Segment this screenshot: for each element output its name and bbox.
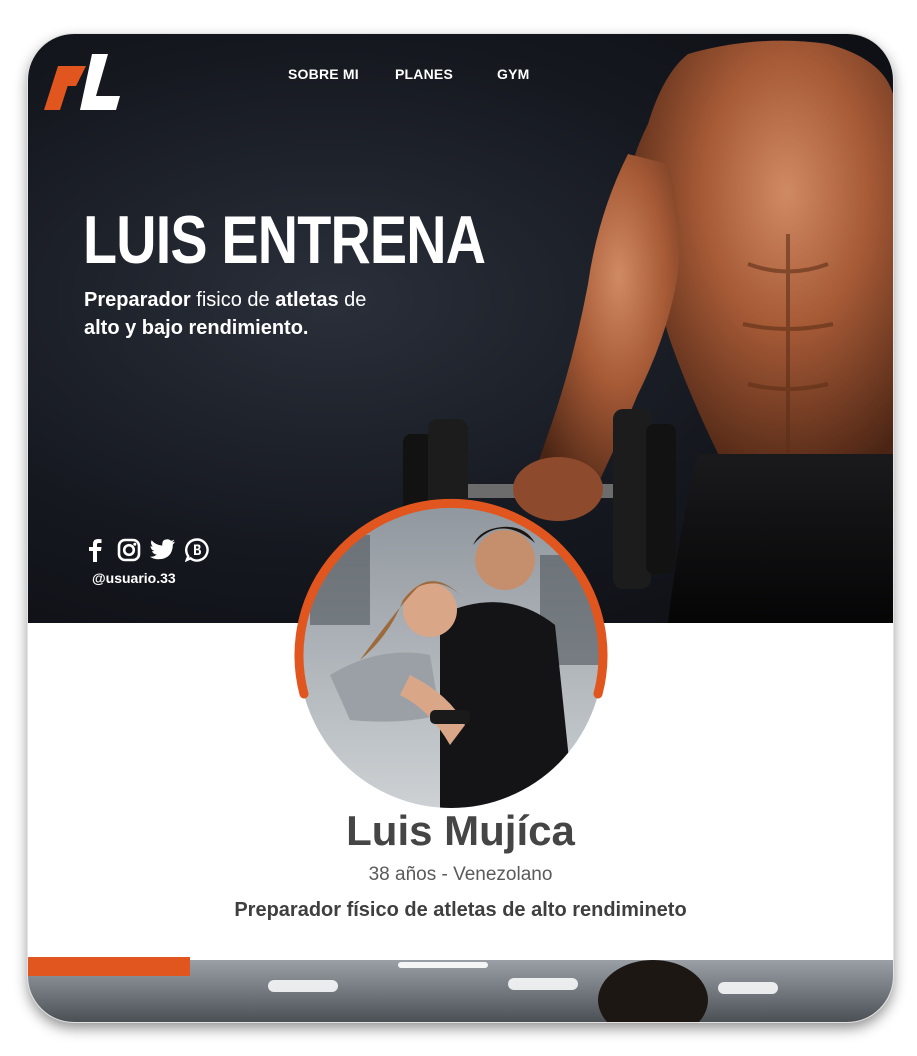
social-links	[82, 537, 210, 563]
profile-photo	[294, 498, 608, 808]
facebook-icon[interactable]	[82, 537, 108, 563]
twitter-icon[interactable]	[150, 537, 176, 563]
profile-name: Luis Mujíca	[346, 807, 575, 854]
hero-subtitle-w1: Preparador	[84, 289, 191, 311]
page-frame: SOBRE MI PLANES GYM LUIS ENTRENA Prepara…	[28, 34, 893, 1022]
hero-subtitle-w3: atletas	[275, 289, 339, 311]
ml-logo-icon[interactable]	[40, 50, 124, 114]
hero-subtitle: Preparador fisico de atletas de alto y b…	[84, 286, 504, 342]
nav-gym[interactable]: GYM	[497, 66, 530, 82]
profile-description: Preparador físico de atletas de alto ren…	[234, 899, 687, 921]
nav-sobre-mi[interactable]: SOBRE MI	[288, 66, 359, 82]
hero-subtitle-line2: alto y bajo rendimiento.	[84, 317, 309, 339]
whatsapp-icon[interactable]	[184, 537, 210, 563]
instagram-icon[interactable]	[116, 537, 142, 563]
hero-subtitle-w2: fisico de	[190, 289, 276, 311]
hero-title: LUIS ENTRENA	[83, 202, 486, 278]
social-handle[interactable]: @usuario.33	[92, 570, 176, 586]
nav-planes[interactable]: PLANES	[395, 66, 453, 82]
accent-bar	[28, 957, 190, 976]
profile-age-nationality: 38 años - Venezolano	[368, 864, 553, 885]
hero-subtitle-w4: de	[338, 289, 367, 311]
